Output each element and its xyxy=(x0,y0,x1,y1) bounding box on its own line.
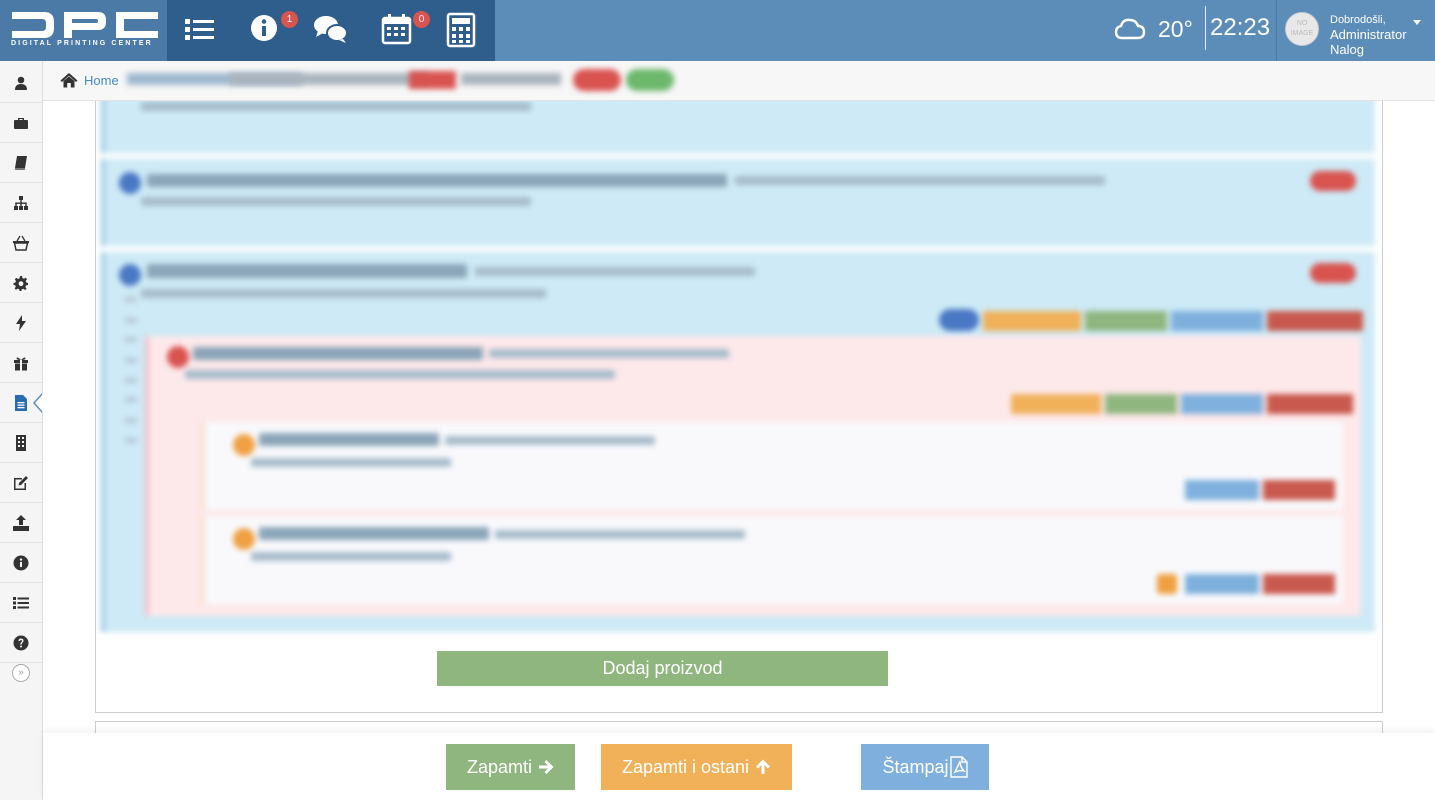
sidebar-item-help[interactable] xyxy=(0,623,42,663)
add-product-button[interactable]: Dodaj proizvod xyxy=(437,651,888,686)
sidebar-item-edit[interactable] xyxy=(0,463,42,503)
basket-icon xyxy=(13,235,29,251)
top-icon-group: 1 0 xyxy=(167,0,495,61)
sidebar-item-gift[interactable] xyxy=(0,343,42,383)
status-badge xyxy=(626,69,674,91)
sidebar-item-bolt[interactable] xyxy=(0,303,42,343)
clock: 22:23 xyxy=(1210,14,1271,41)
upload-icon xyxy=(13,514,29,531)
print-button[interactable]: Štampaj xyxy=(861,744,989,790)
main-content: Dodaj proizvod xyxy=(43,101,1435,735)
document-icon xyxy=(15,394,27,411)
sidebar-item-basket[interactable] xyxy=(0,223,42,263)
divider xyxy=(1205,6,1206,50)
sidebar-item-building[interactable] xyxy=(0,423,42,463)
user-greeting: Dobrodošli, xyxy=(1330,14,1386,26)
save-label: Zapamti xyxy=(466,756,533,777)
question-icon xyxy=(13,635,29,650)
home-icon[interactable] xyxy=(60,72,78,88)
save-button[interactable]: Zapamti xyxy=(446,744,575,790)
cloud-icon xyxy=(1114,18,1146,40)
gear-icon xyxy=(13,275,28,291)
obscured-order-items xyxy=(101,101,1375,633)
book-icon xyxy=(15,155,27,170)
sidebar-item-info[interactable] xyxy=(0,543,42,583)
calculator-icon[interactable] xyxy=(441,10,481,50)
user-menu[interactable]: NO IMAGE Dobrodošli, Administrator Nalog xyxy=(1277,0,1435,61)
sidebar-item-settings[interactable] xyxy=(0,263,42,303)
sidebar-item-documents[interactable] xyxy=(0,383,43,423)
save-and-stay-label: Zapamti i ostani xyxy=(621,756,750,777)
chat-icon[interactable] xyxy=(311,10,351,50)
edit-icon xyxy=(14,475,28,490)
sidebar-item-book[interactable] xyxy=(0,143,42,183)
order-item-panel xyxy=(101,159,1375,246)
breadcrumb-obscured xyxy=(461,73,561,85)
briefcase-icon xyxy=(14,117,28,129)
sidebar-collapse-button[interactable]: » xyxy=(12,664,30,682)
user-name: Administrator xyxy=(1330,27,1407,42)
chevron-down-icon xyxy=(1413,20,1421,25)
sidebar-item-list[interactable] xyxy=(0,583,42,623)
sitemap-icon xyxy=(14,195,28,210)
sidebar: » xyxy=(0,61,43,800)
sidebar-item-user[interactable] xyxy=(0,63,42,103)
breadcrumb-home-link[interactable]: Home xyxy=(84,73,119,88)
gift-icon xyxy=(14,357,28,371)
breadcrumb: Home xyxy=(43,61,1435,101)
list-icon[interactable] xyxy=(179,10,219,50)
sidebar-item-sitemap[interactable] xyxy=(0,183,42,223)
breadcrumb-obscured xyxy=(409,71,456,89)
order-item-panel xyxy=(101,252,1375,632)
calendar-icon[interactable]: 0 xyxy=(377,10,430,50)
save-and-stay-button[interactable]: Zapamti i ostani xyxy=(601,744,792,790)
user-role: Nalog xyxy=(1330,42,1364,57)
arrow-up-icon xyxy=(756,759,771,774)
info-badge: 1 xyxy=(281,11,298,28)
building-icon xyxy=(16,434,26,451)
avatar: NO IMAGE xyxy=(1285,12,1319,46)
footer-actions: Zapamti Zapamti i ostani Štampaj xyxy=(43,733,1435,800)
status-badge xyxy=(573,69,621,91)
top-navbar: DIGITAL PRINTING CENTER 1 0 20° 22:23 NO… xyxy=(0,0,1435,61)
dpc-logo-icon xyxy=(12,12,158,38)
brand-subtitle: DIGITAL PRINTING CENTER xyxy=(11,40,153,47)
brand-logo[interactable]: DIGITAL PRINTING CENTER xyxy=(0,0,167,61)
arrow-right-icon xyxy=(539,760,554,774)
calendar-badge: 0 xyxy=(413,11,430,28)
info-circle-icon xyxy=(13,555,29,570)
bolt-icon xyxy=(16,314,26,331)
pdf-file-icon xyxy=(949,756,968,778)
user-icon xyxy=(15,76,27,90)
info-icon[interactable]: 1 xyxy=(245,10,298,50)
sidebar-item-upload[interactable] xyxy=(0,503,42,543)
breadcrumb-obscured xyxy=(229,73,429,85)
order-item-panel xyxy=(101,101,1375,153)
list-icon xyxy=(13,596,29,609)
sidebar-item-briefcase[interactable] xyxy=(0,103,42,143)
temperature: 20° xyxy=(1158,16,1193,42)
print-label: Štampaj xyxy=(882,756,949,777)
